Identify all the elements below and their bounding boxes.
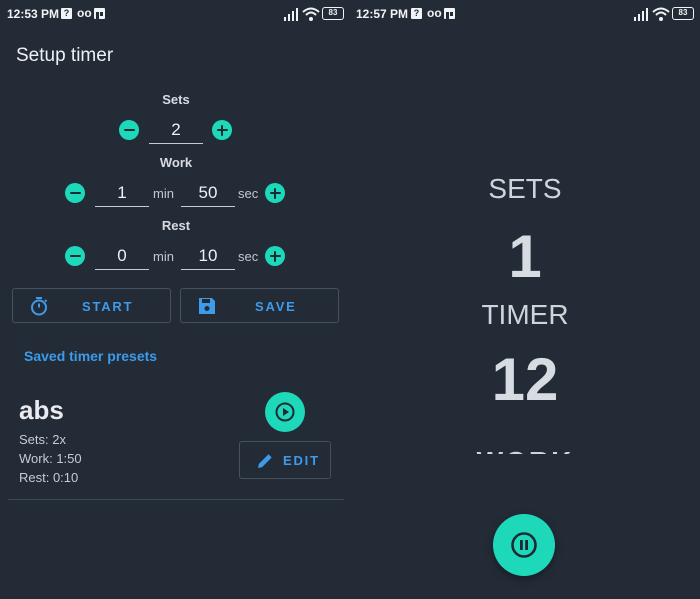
book-icon (444, 8, 455, 19)
sets-heading: SETS (488, 173, 562, 204)
rest-label: Rest (161, 218, 191, 233)
start-button-label: START (82, 299, 134, 314)
rest-decrement-button[interactable] (65, 246, 85, 266)
work-label: Work (159, 155, 193, 170)
work-decrement-button[interactable] (65, 183, 85, 203)
wifi-icon (652, 7, 670, 21)
divider (8, 499, 344, 500)
play-icon (275, 402, 295, 422)
pause-button[interactable] (493, 514, 555, 576)
sets-decrement-button[interactable] (119, 120, 139, 140)
pencil-icon (258, 454, 272, 468)
rest-increment-button[interactable] (265, 246, 285, 266)
help-icon: ? (411, 8, 422, 19)
setup-timer-screen: 12:53 PM ? oo 83 Setup timer Sets 2 Work… (0, 0, 350, 599)
preset-edit-button[interactable]: EDIT (239, 441, 331, 479)
save-button[interactable]: SAVE (180, 288, 339, 323)
battery-icon: 83 (672, 7, 694, 20)
preset-work: Work: 1:50 (19, 451, 82, 466)
rest-minutes-input[interactable]: 0 (95, 244, 149, 270)
save-button-label: SAVE (255, 299, 297, 314)
rest-sec-unit: sec (238, 249, 259, 264)
preset-play-button[interactable] (265, 392, 305, 432)
work-sec-unit: sec (238, 186, 259, 201)
voicemail-icon: oo (77, 6, 92, 20)
phase-label-clip: WORK (350, 438, 700, 454)
work-minutes-input[interactable]: 1 (95, 181, 149, 207)
status-time: 12:57 PM (356, 7, 409, 21)
sets-input[interactable]: 2 (149, 118, 203, 144)
signal-icon (634, 8, 648, 21)
page-title: Setup timer (16, 45, 114, 66)
start-button[interactable]: START (12, 288, 171, 323)
work-seconds-input[interactable]: 50 (181, 181, 235, 207)
current-set-value: 1 (508, 223, 542, 290)
minus-icon (69, 191, 81, 195)
floppy-disk-icon (199, 298, 215, 314)
sets-label: Sets (162, 92, 190, 107)
status-bar: 12:53 PM ? oo 83 (0, 0, 350, 28)
status-bar: 12:57 PM ? oo 83 (350, 0, 700, 28)
preset-sets: Sets: 2x (19, 432, 66, 447)
timer-value: 12 (491, 346, 559, 413)
preset-rest: Rest: 0:10 (19, 470, 79, 485)
phase-label: WORK (350, 446, 700, 454)
rest-seconds-input[interactable]: 10 (181, 244, 235, 270)
work-increment-button[interactable] (265, 183, 285, 203)
edit-button-label: EDIT (283, 453, 320, 468)
minus-icon (123, 128, 135, 132)
running-timer-screen: 12:57 PM ? oo 83 SETS 1 TIMER 12 WORK (350, 0, 700, 599)
signal-icon (284, 8, 298, 21)
wifi-icon (302, 7, 320, 21)
help-icon: ? (61, 8, 72, 19)
pause-icon (511, 532, 537, 558)
preset-name: abs (19, 395, 64, 425)
sets-increment-button[interactable] (212, 120, 232, 140)
voicemail-icon: oo (427, 6, 442, 20)
saved-presets-heading: Saved timer presets (24, 348, 158, 364)
rest-min-unit: min (153, 249, 174, 264)
work-min-unit: min (153, 186, 174, 201)
minus-icon (69, 254, 81, 258)
stopwatch-icon (31, 297, 48, 316)
book-icon (94, 8, 105, 19)
timer-heading: TIMER (481, 299, 569, 330)
battery-icon: 83 (322, 7, 344, 20)
status-time: 12:53 PM (7, 7, 60, 21)
